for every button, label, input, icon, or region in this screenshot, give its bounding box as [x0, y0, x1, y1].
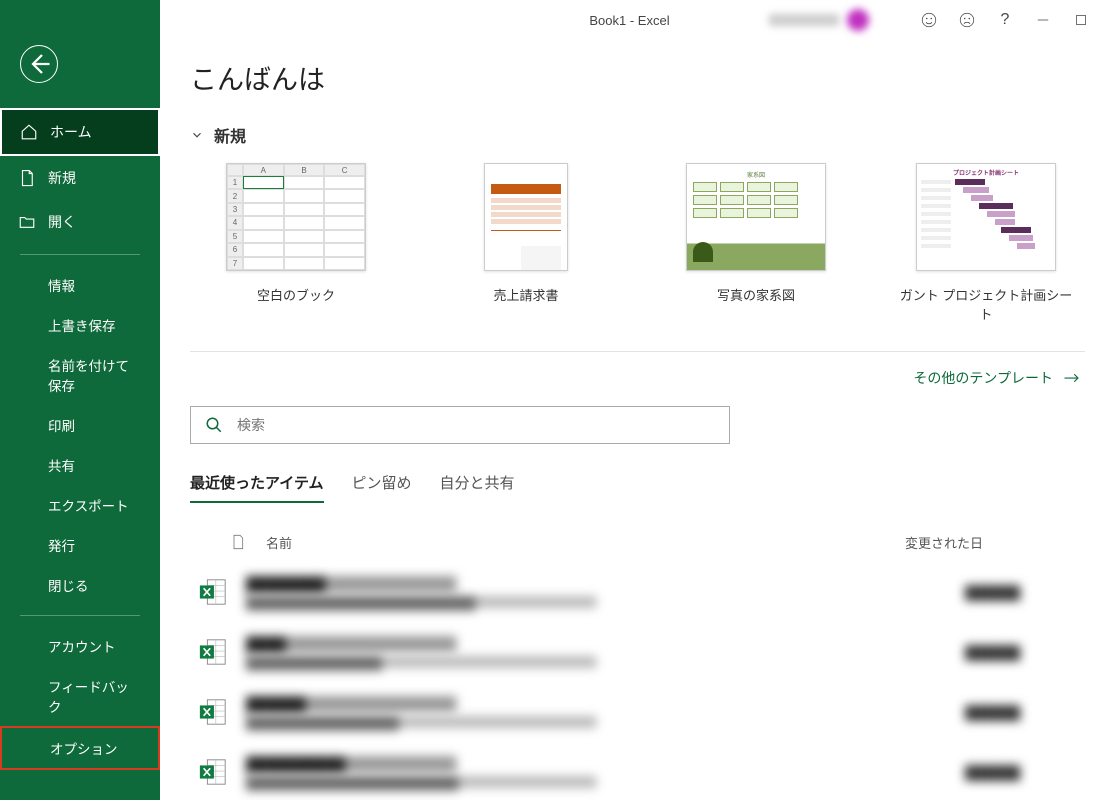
template-thumbnail: 家系図	[686, 163, 826, 271]
recent-tabs: 最近使ったアイテム ピン留め 自分と共有	[190, 472, 1085, 503]
sidebar-label-home: ホーム	[50, 122, 92, 142]
home-icon	[20, 123, 38, 141]
maximize-icon	[1072, 11, 1090, 29]
sidebar-item-new[interactable]: 新規	[0, 156, 160, 200]
file-name: ██████████	[246, 756, 947, 772]
recent-file-row[interactable]: ██████████ █████████████████████████ ███…	[190, 742, 1085, 800]
sidebar-label-new: 新規	[48, 168, 76, 188]
template-label: 空白のブック	[206, 285, 386, 304]
folder-open-icon	[18, 213, 36, 231]
avatar	[847, 9, 869, 31]
sidebar-divider	[20, 254, 140, 255]
account-info[interactable]	[769, 9, 869, 31]
sidebar-item-home[interactable]: ホーム	[0, 108, 160, 156]
column-modified: 変更された日	[905, 533, 1085, 552]
search-input[interactable]	[237, 417, 715, 433]
more-templates-label: その他のテンプレート	[913, 368, 1053, 388]
sidebar-item-open[interactable]: 開く	[0, 200, 160, 244]
sidebar-item-print[interactable]: 印刷	[0, 405, 160, 445]
feedback-sad-button[interactable]	[957, 10, 977, 30]
arrow-left-icon	[21, 46, 57, 82]
sidebar-divider	[20, 615, 140, 616]
template-label: ガント プロジェクト計画シート	[896, 285, 1076, 323]
file-name: ████████	[246, 576, 947, 592]
tab-recent[interactable]: 最近使ったアイテム	[190, 472, 324, 503]
excel-file-icon	[198, 757, 228, 787]
back-button[interactable]	[20, 45, 58, 83]
recent-file-list: ████████ ███████████████████████████ ███…	[190, 562, 1085, 800]
backstage-sidebar: ホーム 新規 開く 情報 上書き保存 名前を付けて保存 印刷 共有 エクスポート…	[0, 0, 160, 800]
template-sales-invoice[interactable]: 売上請求書	[436, 163, 616, 323]
file-date: ██████	[965, 645, 1085, 659]
sidebar-item-feedback[interactable]: フィードバック	[0, 666, 160, 726]
tab-shared[interactable]: 自分と共有	[440, 472, 515, 503]
recent-file-row[interactable]: ████████ ███████████████████████████ ███…	[190, 562, 1085, 622]
excel-file-icon	[198, 637, 228, 667]
title-bar: Book1 - Excel ?	[160, 0, 1099, 40]
sidebar-item-close[interactable]: 閉じる	[0, 565, 160, 605]
sidebar-label-open: 開く	[48, 212, 76, 232]
sidebar-item-account[interactable]: アカウント	[0, 626, 160, 666]
minimize-button[interactable]	[1033, 10, 1053, 30]
sidebar-item-export[interactable]: エクスポート	[0, 485, 160, 525]
sidebar-item-share[interactable]: 共有	[0, 445, 160, 485]
file-path: █████████████████████████	[246, 776, 947, 788]
template-thumbnail: プロジェクト計画シート	[916, 163, 1056, 271]
frown-icon	[958, 11, 976, 29]
sidebar-item-info[interactable]: 情報	[0, 265, 160, 305]
template-label: 写真の家系図	[666, 285, 846, 304]
recent-file-row[interactable]: ██████ ██████████████████ ██████	[190, 682, 1085, 742]
main-area: Book1 - Excel ? こんばんは 新規 ABC 1	[160, 0, 1099, 800]
feedback-happy-button[interactable]	[919, 10, 939, 30]
file-date: ██████	[965, 585, 1085, 599]
help-button[interactable]: ?	[995, 10, 1015, 30]
template-family-tree[interactable]: 家系図 写真の家系図	[666, 163, 846, 323]
template-thumbnail	[484, 163, 568, 271]
content-area: こんばんは 新規 ABC 1 2 3 4 5 6 7	[160, 40, 1099, 800]
document-icon	[230, 533, 246, 551]
template-label: 売上請求書	[436, 285, 616, 304]
file-name: ██████	[246, 696, 947, 712]
search-box[interactable]	[190, 406, 730, 444]
chevron-down-icon	[190, 128, 204, 142]
smile-icon	[920, 11, 938, 29]
search-icon	[205, 416, 223, 434]
file-date: ██████	[965, 705, 1085, 719]
file-path: ██████████████████	[246, 716, 947, 728]
file-date: ██████	[965, 765, 1085, 779]
tab-pinned[interactable]: ピン留め	[352, 472, 412, 503]
excel-file-icon	[198, 577, 228, 607]
minimize-icon	[1034, 11, 1052, 29]
sidebar-item-publish[interactable]: 発行	[0, 525, 160, 565]
sidebar-item-save[interactable]: 上書き保存	[0, 305, 160, 345]
file-name: ████	[246, 636, 947, 652]
template-gallery: ABC 1 2 3 4 5 6 7 空白のブック	[206, 163, 1085, 323]
more-templates-link[interactable]: その他のテンプレート	[190, 351, 1085, 406]
sidebar-item-options[interactable]: オプション	[0, 726, 160, 770]
window-title: Book1 - Excel	[589, 13, 669, 28]
question-icon: ?	[1001, 11, 1010, 29]
file-path: ████████████████	[246, 656, 947, 668]
document-icon	[18, 169, 36, 187]
template-gantt-project[interactable]: プロジェクト計画シート ガント プロジェクト計画シート	[896, 163, 1076, 323]
excel-file-icon	[198, 697, 228, 727]
template-thumbnail: ABC 1 2 3 4 5 6 7	[226, 163, 366, 271]
new-section-label: 新規	[214, 123, 246, 147]
template-blank-workbook[interactable]: ABC 1 2 3 4 5 6 7 空白のブック	[206, 163, 386, 323]
file-list-header: 名前 変更された日	[190, 521, 1085, 562]
column-name: 名前	[266, 533, 905, 552]
new-section-header[interactable]: 新規	[190, 123, 1085, 147]
recent-file-row[interactable]: ████ ████████████████ ██████	[190, 622, 1085, 682]
greeting-heading: こんばんは	[190, 58, 1085, 97]
maximize-button[interactable]	[1071, 10, 1091, 30]
file-path: ███████████████████████████	[246, 596, 947, 608]
arrow-right-icon	[1063, 372, 1081, 384]
sidebar-item-saveas[interactable]: 名前を付けて保存	[0, 345, 160, 405]
